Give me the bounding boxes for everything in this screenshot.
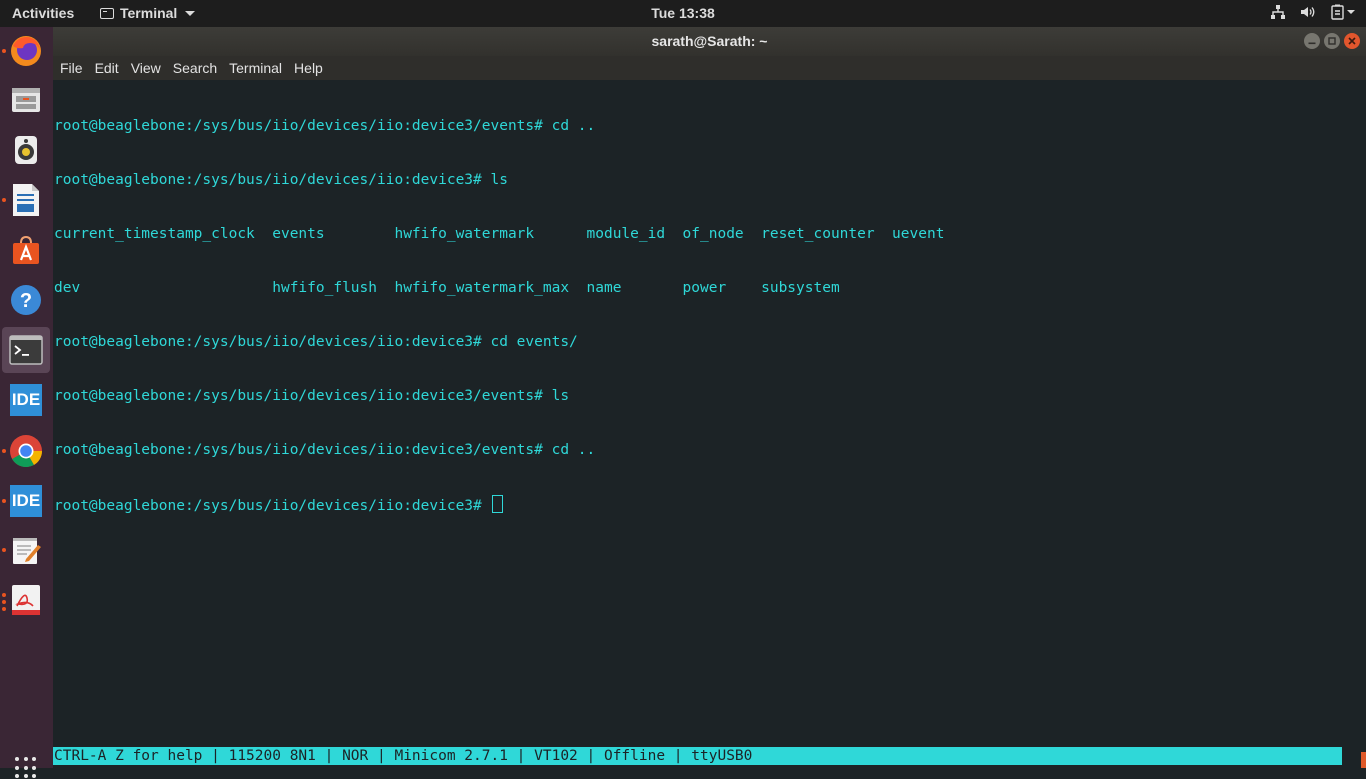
top-bar: Activities Terminal Tue 13:38 bbox=[0, 0, 1366, 27]
terminal-area[interactable]: root@beaglebone:/sys/bus/iio/devices/iio… bbox=[53, 80, 1366, 768]
dock-item-terminal[interactable] bbox=[2, 327, 50, 373]
terminal-line: root@beaglebone:/sys/bus/iio/devices/iio… bbox=[54, 388, 570, 404]
window-title: sarath@Sarath: ~ bbox=[651, 33, 768, 49]
dock-item-ide[interactable]: IDE bbox=[2, 377, 50, 423]
terminal-icon bbox=[9, 335, 43, 365]
dock: ? IDE IDE bbox=[0, 27, 53, 779]
ide-icon: IDE bbox=[10, 485, 42, 517]
menu-help[interactable]: Help bbox=[288, 56, 329, 80]
dock-item-rhythmbox[interactable] bbox=[2, 127, 50, 173]
file-cabinet-icon bbox=[12, 88, 40, 112]
power-menu-icon bbox=[1331, 4, 1355, 20]
dock-item-files[interactable] bbox=[2, 77, 50, 123]
ide-icon: IDE bbox=[10, 384, 42, 416]
window-controls bbox=[1304, 33, 1360, 49]
svg-text:?: ? bbox=[20, 290, 32, 312]
terminal-line: root@beaglebone:/sys/bus/iio/devices/iio… bbox=[54, 334, 578, 350]
dock-item-help[interactable]: ? bbox=[2, 277, 50, 323]
system-tray[interactable] bbox=[1270, 4, 1356, 20]
menu-file[interactable]: File bbox=[53, 56, 89, 80]
show-applications-grid-icon[interactable] bbox=[15, 757, 37, 779]
notepad-pencil-icon bbox=[13, 538, 41, 564]
menu-bar: File Edit View Search Terminal Help bbox=[53, 56, 1366, 80]
terminal-line: dev hwfifo_flush hwfifo_watermark_max na… bbox=[54, 280, 840, 296]
dock-item-libreoffice-writer[interactable] bbox=[2, 177, 50, 223]
dock-item-ide-2[interactable]: IDE bbox=[2, 478, 50, 524]
close-icon bbox=[1348, 37, 1356, 45]
shopping-bag-icon bbox=[13, 235, 39, 264]
volume-icon bbox=[1301, 7, 1315, 17]
dock-item-chrome[interactable] bbox=[2, 428, 50, 474]
terminal-line: root@beaglebone:/sys/bus/iio/devices/iio… bbox=[54, 118, 596, 134]
minimize-icon bbox=[1308, 42, 1316, 45]
dock-item-pdf-viewer[interactable] bbox=[2, 577, 50, 623]
menu-search[interactable]: Search bbox=[167, 56, 223, 80]
maximize-button[interactable] bbox=[1324, 33, 1340, 49]
dock-item-software-center[interactable] bbox=[2, 227, 50, 273]
terminal-line: root@beaglebone:/sys/bus/iio/devices/iio… bbox=[54, 172, 508, 188]
network-icon bbox=[1271, 5, 1285, 19]
menu-terminal[interactable]: Terminal bbox=[223, 56, 288, 80]
firefox-icon bbox=[11, 36, 41, 66]
ide-icon-label: IDE bbox=[11, 491, 41, 510]
terminal-output: root@beaglebone:/sys/bus/iio/devices/iio… bbox=[54, 81, 944, 549]
speaker-icon bbox=[15, 136, 37, 164]
terminal-line: root@beaglebone:/sys/bus/iio/devices/iio… bbox=[54, 442, 596, 458]
minicom-status-bar: CTRL-A Z for help | 115200 8N1 | NOR | M… bbox=[53, 747, 1342, 765]
chrome-icon bbox=[10, 435, 43, 468]
pdf-viewer-icon bbox=[12, 585, 40, 615]
dock-item-text-editor[interactable] bbox=[2, 527, 50, 573]
text-cursor bbox=[491, 495, 503, 513]
clock-label: Tue 13:38 bbox=[651, 5, 715, 21]
menu-edit[interactable]: Edit bbox=[89, 56, 125, 80]
dock-item-firefox[interactable] bbox=[2, 28, 50, 74]
help-icon: ? bbox=[11, 285, 41, 315]
terminal-prompt: root@beaglebone:/sys/bus/iio/devices/iio… bbox=[54, 498, 491, 514]
ide-icon-label: IDE bbox=[11, 390, 41, 409]
clock[interactable]: Tue 13:38 bbox=[0, 5, 1366, 21]
terminal-line: current_timestamp_clock events hwfifo_wa… bbox=[54, 226, 945, 242]
menu-view[interactable]: View bbox=[125, 56, 167, 80]
terminal-prompt-line: root@beaglebone:/sys/bus/iio/devices/iio… bbox=[54, 495, 944, 514]
maximize-icon bbox=[1328, 37, 1336, 45]
status-corner-marker bbox=[1361, 752, 1366, 768]
window-titlebar[interactable]: sarath@Sarath: ~ bbox=[53, 27, 1366, 56]
close-button[interactable] bbox=[1344, 33, 1360, 49]
document-writer-icon bbox=[13, 184, 39, 216]
minimize-button[interactable] bbox=[1304, 33, 1320, 49]
